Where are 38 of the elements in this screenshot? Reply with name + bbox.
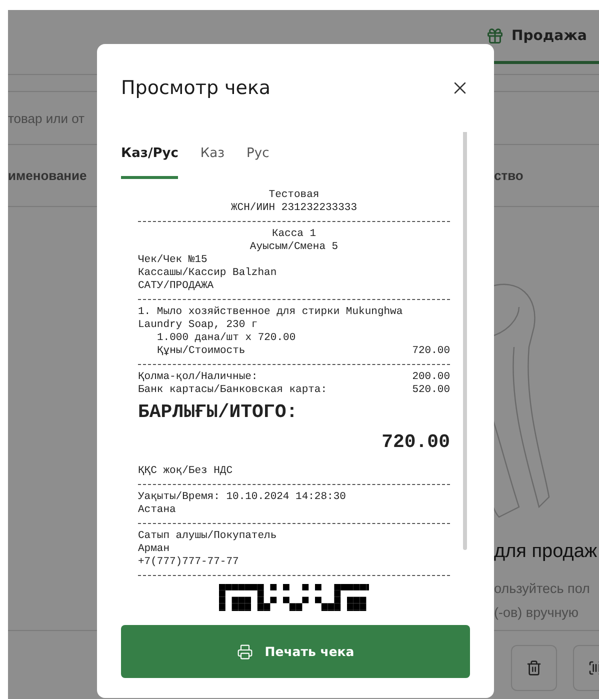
receipt-text: 1. Мыло хозяйственное для стирки Mukunghwa Laundry Soap, 230 г [138, 306, 404, 332]
printer-icon [236, 644, 253, 660]
receipt-label: Қолма-қол/Наличные: [138, 371, 258, 384]
receipt-text: Арман [138, 543, 171, 556]
receipt-amount: 200.00 [412, 371, 450, 384]
total-amount: 720.00 [382, 431, 450, 453]
receipt-text: 1.000 дана/шт x 720.00 [156, 332, 297, 345]
column-header: ство [494, 168, 524, 183]
receipt-text: Кассашы/Кассир Balzhan [138, 267, 278, 280]
empty-state-text: ользуйтесь пол [494, 580, 591, 598]
receipt-text: Тестовая [268, 189, 320, 201]
column-header: именование [8, 168, 88, 183]
receipt-text: Сатып алушы/Покупатель [138, 530, 278, 543]
delete-button[interactable] [511, 645, 557, 691]
receipt-text: ЖСН/ИИН 231232233333 [230, 202, 358, 214]
dialog-title: Просмотр чека [121, 77, 271, 99]
receipt-text: Астана [138, 504, 177, 517]
receipt-text: Уақыты/Время: 10.10.2024 14:28:30 [138, 491, 347, 504]
trash-icon [526, 660, 542, 676]
language-tab[interactable]: Каз [200, 146, 225, 179]
scrollbar-thumb[interactable] [463, 132, 467, 550]
receipt-label: Құны/Стоимость [157, 345, 246, 358]
gift-icon [486, 26, 504, 44]
empty-state-text: (-ов) вручную [494, 604, 580, 622]
empty-state-title: для продаж [494, 541, 598, 563]
receipt-text: +7(777)777-77-77 [138, 556, 240, 569]
receipt-text: Чек/Чек №15 [138, 254, 208, 267]
language-tab[interactable]: Каз/Рус [121, 146, 178, 179]
language-tab[interactable]: Рус [246, 146, 270, 179]
total-label: БАРЛЫҒЫ/ИТОГО: [138, 401, 298, 423]
receipt-text: ҚҚС жоқ/Без НДС [138, 465, 234, 478]
receipt-amount: 720.00 [412, 345, 450, 358]
receipt-text: Касса 1 [272, 228, 316, 240]
receipt-text: САТУ/ПРОДАЖА [138, 280, 215, 293]
receipt-amount: 520.00 [412, 384, 450, 397]
receipt-text: Ауысым/Смена 5 [250, 241, 338, 253]
print-button[interactable]: Печать чека [121, 625, 470, 678]
receipt-label: Банк картасы/Банковская карта: [138, 384, 328, 397]
